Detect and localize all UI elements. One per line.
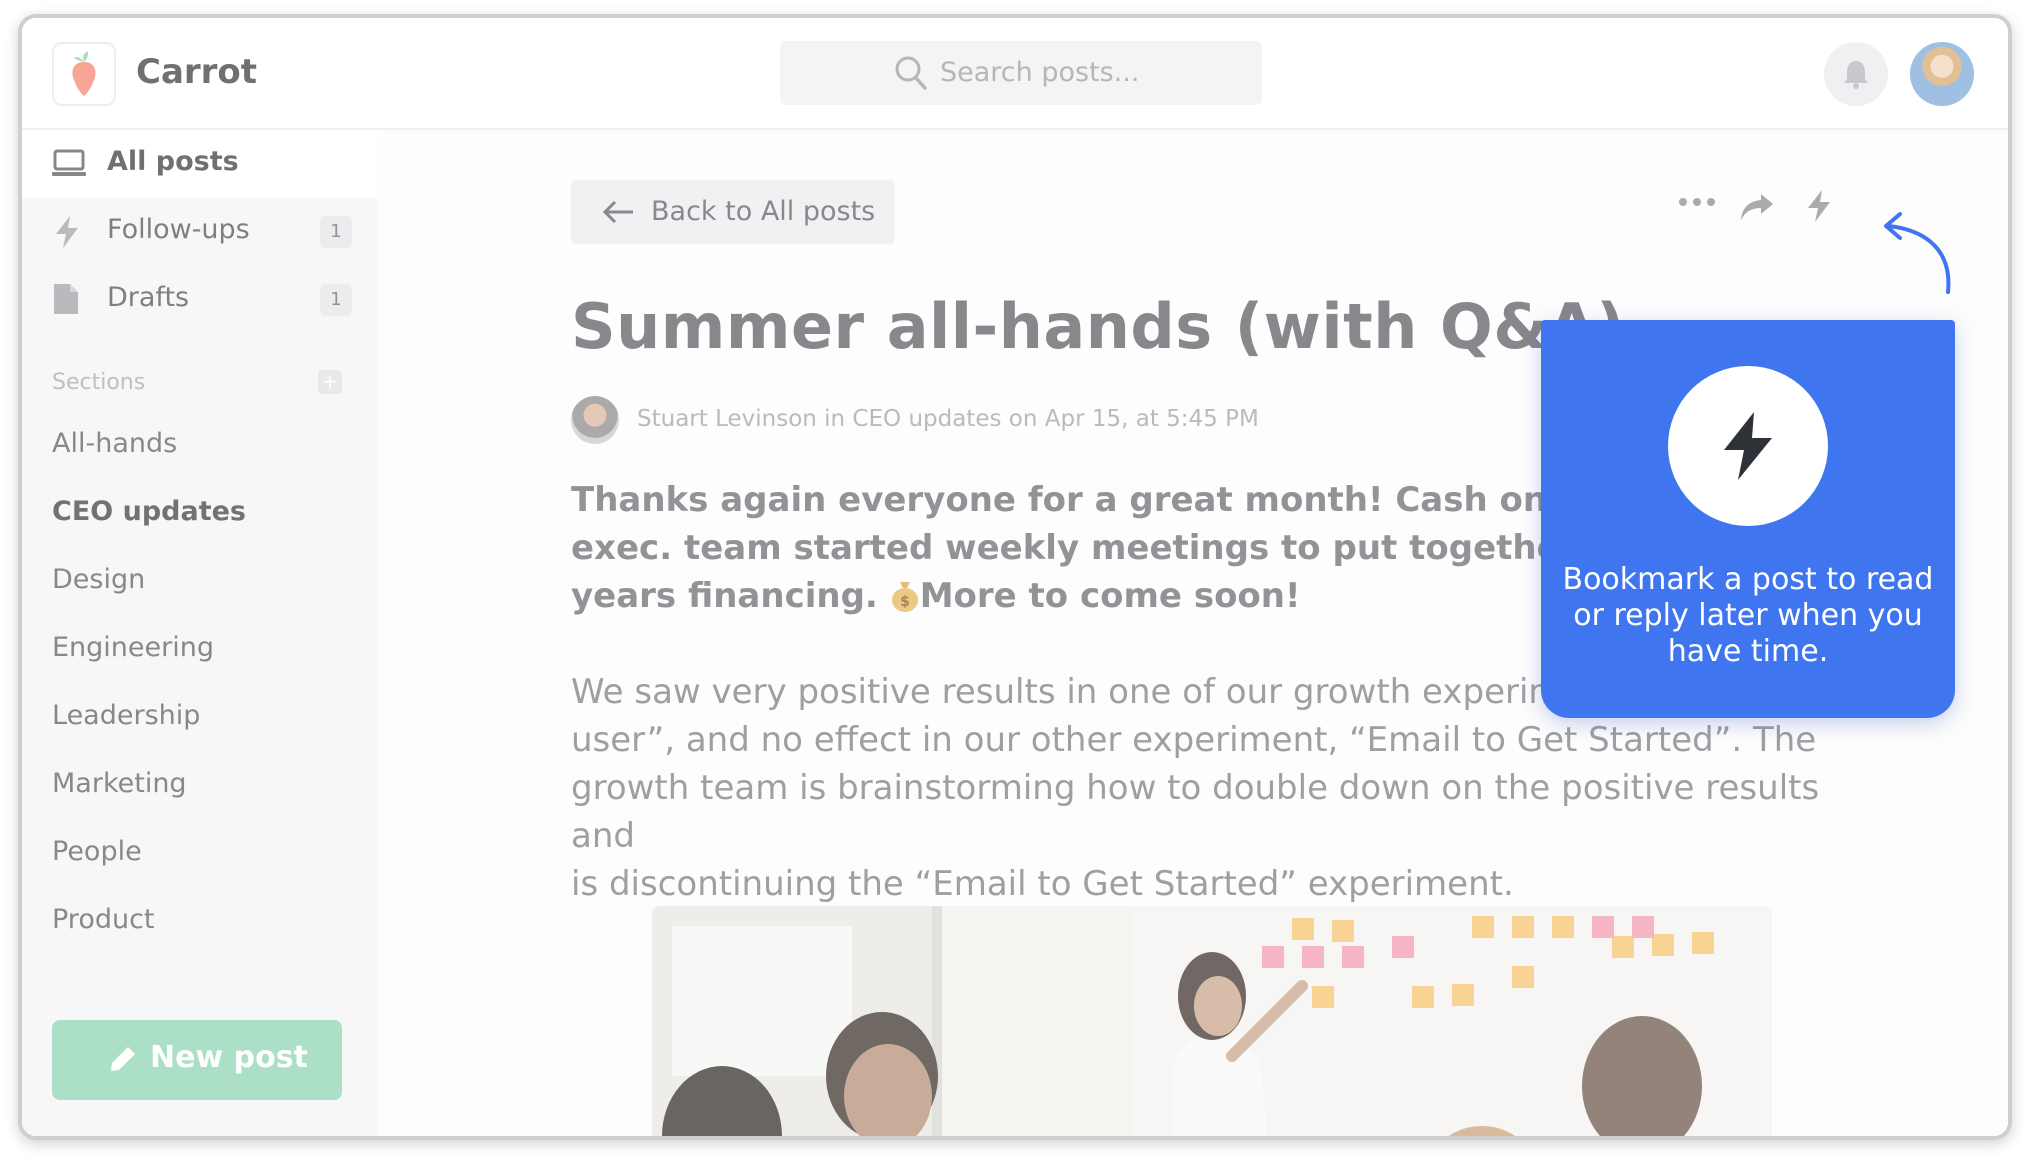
arrow-left-icon bbox=[602, 200, 633, 224]
sidebar: All posts Follow-ups 1 Drafts 1 Sections… bbox=[22, 130, 377, 1136]
post-text-line: is discontinuing the “Email to Get Start… bbox=[571, 864, 1514, 904]
post-meta: Stuart Levinson in CEO updates on Apr 15… bbox=[637, 406, 1259, 432]
author-avatar[interactable] bbox=[571, 396, 619, 444]
sidebar-item-leadership[interactable]: Leadership bbox=[52, 700, 200, 731]
app-window: Carrot Search posts... All posts Follow-… bbox=[18, 14, 2012, 1140]
bookmark-bolt-icon[interactable] bbox=[1805, 188, 1833, 224]
search-input[interactable]: Search posts... bbox=[780, 41, 1262, 105]
sidebar-item-label: Follow-ups bbox=[107, 214, 250, 245]
sections-heading: Sections bbox=[52, 370, 146, 395]
bolt-icon bbox=[1724, 412, 1772, 480]
app-name: Carrot bbox=[136, 52, 258, 92]
sidebar-item-all-posts[interactable]: All posts bbox=[52, 140, 352, 190]
post-text-line: growth team is brainstorming how to doub… bbox=[571, 768, 1820, 856]
back-to-all-posts-button[interactable]: Back to All posts bbox=[571, 180, 895, 244]
share-icon[interactable] bbox=[1739, 192, 1775, 222]
sidebar-item-people[interactable]: People bbox=[52, 836, 142, 867]
tooltip-text: Bookmark a post to read or reply later w… bbox=[1562, 562, 1934, 669]
laptop-icon bbox=[52, 149, 86, 176]
post-image[interactable] bbox=[652, 906, 1772, 1136]
sidebar-item-design[interactable]: Design bbox=[52, 564, 145, 595]
drafts-count-badge: 1 bbox=[320, 284, 352, 316]
new-post-label: New post bbox=[150, 1040, 308, 1075]
search-icon bbox=[895, 56, 927, 90]
post-text-fragment: More to come soon! bbox=[919, 576, 1301, 616]
carrot-logo[interactable] bbox=[52, 42, 116, 106]
tooltip-bolt-badge bbox=[1668, 366, 1828, 526]
money-bag-icon: $ bbox=[891, 582, 918, 612]
user-avatar[interactable] bbox=[1910, 42, 1974, 106]
bell-icon bbox=[1844, 61, 1868, 89]
sidebar-item-ceo-updates[interactable]: CEO updates bbox=[52, 496, 246, 527]
sidebar-item-product[interactable]: Product bbox=[52, 904, 155, 935]
bolt-icon bbox=[56, 216, 78, 248]
sidebar-item-label: Drafts bbox=[107, 282, 190, 313]
bookmark-tooltip[interactable]: Bookmark a post to read or reply later w… bbox=[1541, 320, 1955, 718]
post-title: Summer all-hands (with Q&A) bbox=[571, 290, 1626, 363]
sidebar-item-marketing[interactable]: Marketing bbox=[52, 768, 187, 799]
follow-ups-count-badge: 1 bbox=[320, 216, 352, 248]
team-meeting-photo bbox=[652, 906, 1772, 1136]
document-icon bbox=[54, 284, 78, 314]
pencil-icon bbox=[111, 1047, 135, 1071]
sidebar-item-label: All posts bbox=[107, 146, 239, 177]
carrot-icon bbox=[72, 52, 96, 96]
more-options-icon[interactable] bbox=[1677, 196, 1717, 208]
search-placeholder: Search posts... bbox=[940, 57, 1140, 88]
new-post-button[interactable]: New post bbox=[52, 1020, 342, 1100]
sidebar-item-all-hands[interactable]: All-hands bbox=[52, 428, 177, 459]
sidebar-item-follow-ups[interactable]: Follow-ups 1 bbox=[52, 208, 352, 258]
sidebar-item-engineering[interactable]: Engineering bbox=[52, 632, 214, 663]
add-section-button[interactable]: + bbox=[318, 370, 342, 394]
pointer-arrow-icon bbox=[1884, 212, 1951, 294]
back-button-label: Back to All posts bbox=[651, 196, 876, 227]
post-text-fragment: years financing. bbox=[571, 576, 878, 616]
post-text-line: user”, and no effect in our other experi… bbox=[571, 720, 1817, 760]
top-bar: Carrot Search posts... bbox=[22, 18, 2008, 130]
svg-text:$: $ bbox=[900, 594, 910, 610]
sidebar-item-drafts[interactable]: Drafts 1 bbox=[52, 276, 352, 326]
notifications-button[interactable] bbox=[1824, 42, 1888, 106]
